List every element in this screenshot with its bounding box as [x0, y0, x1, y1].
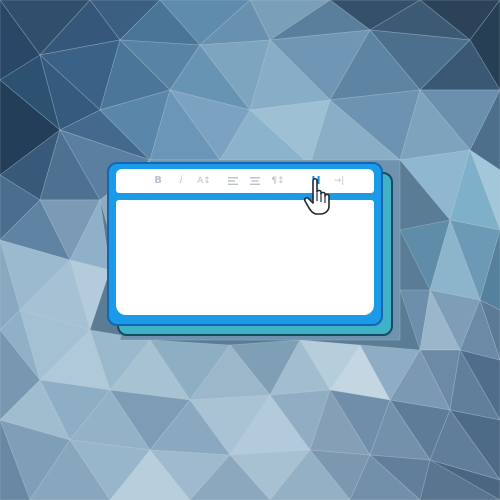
font-size-button[interactable]: A↕ [196, 173, 212, 189]
align-left-button[interactable] [226, 173, 240, 189]
hand-pointer-icon [303, 177, 330, 215]
bold-button[interactable]: B [152, 173, 164, 189]
editor-text-area[interactable] [116, 200, 374, 315]
align-center-icon [250, 177, 260, 185]
italic-button[interactable]: i [176, 173, 186, 189]
align-left-icon [228, 177, 238, 185]
desktop-background: B i A↕ ¶↕ H →| [0, 0, 500, 500]
align-center-button[interactable] [248, 173, 262, 189]
paragraph-button[interactable]: ¶↕ [270, 173, 286, 189]
